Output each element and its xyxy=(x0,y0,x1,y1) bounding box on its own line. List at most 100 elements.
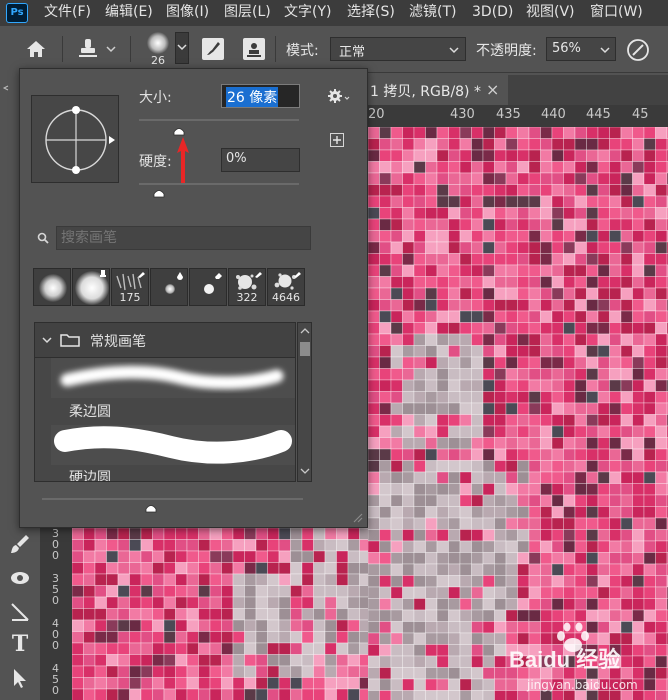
vertical-ruler: 300 350 400 450 xyxy=(40,528,72,700)
menu-layer[interactable]: 图层(L) xyxy=(224,0,271,26)
brush-list-scrollbar[interactable] xyxy=(297,322,312,482)
chevron-down-icon xyxy=(449,47,459,54)
document-canvas[interactable] xyxy=(368,127,668,700)
scrollbar-thumb[interactable] xyxy=(300,342,310,356)
document-canvas-lower[interactable] xyxy=(72,528,368,700)
hardness-slider-thumb[interactable] xyxy=(153,187,165,198)
preset-small-hard[interactable] xyxy=(189,268,227,306)
move-pointer-tool-icon[interactable] xyxy=(8,666,32,690)
preview-size-slider-thumb[interactable] xyxy=(145,502,157,513)
horizontal-ruler: 20 430 435 440 445 45 xyxy=(368,105,668,128)
new-preset-icon[interactable] xyxy=(330,133,344,147)
blend-mode-value: 正常 xyxy=(339,45,366,60)
menu-type[interactable]: 文字(Y) xyxy=(284,0,331,26)
hardness-input-value: 0% xyxy=(226,151,247,166)
preset-small-soft[interactable] xyxy=(150,268,188,306)
brush-badge-icon xyxy=(294,272,301,278)
soft-brush-preview-icon xyxy=(147,32,169,54)
clone-source-panel-icon[interactable] xyxy=(242,37,266,61)
ruler-label: 445 xyxy=(586,107,611,122)
gear-icon[interactable] xyxy=(327,87,351,105)
chevron-down-icon[interactable] xyxy=(42,336,52,344)
preset-splatter-322[interactable]: 322 xyxy=(228,268,266,306)
preview-size-slider[interactable] xyxy=(42,498,303,516)
brush-badge-icon xyxy=(255,272,262,278)
preset-soft-round[interactable] xyxy=(33,268,71,306)
chevron-down-icon xyxy=(600,47,610,54)
size-label: 大小: xyxy=(139,90,172,106)
ruler-label: 45 xyxy=(632,107,649,122)
soft-brush-icon xyxy=(39,274,67,302)
type-tool-icon[interactable]: T xyxy=(8,632,32,656)
opacity-value: 56% xyxy=(552,41,581,56)
pressure-opacity-icon[interactable] xyxy=(626,38,650,62)
opacity-input[interactable]: 56% xyxy=(546,37,616,61)
ruler-label: 435 xyxy=(496,107,521,122)
brush-item-hard-round[interactable]: 硬边圆 xyxy=(35,425,295,481)
options-divider xyxy=(62,36,63,62)
preset-splatter-4646[interactable]: 4646 xyxy=(267,268,305,306)
ruler-label-450: 450 xyxy=(52,662,59,697)
chevron-up-icon[interactable] xyxy=(300,327,310,335)
brush-tool-icon[interactable] xyxy=(8,532,32,556)
brush-item-soft-round[interactable]: 柔边圆 xyxy=(35,358,295,424)
search-icon xyxy=(37,232,49,244)
brush-group-header[interactable]: 常规画笔 xyxy=(35,323,295,358)
document-tab[interactable]: 1 拷贝, RGB/8) * × xyxy=(368,75,508,105)
ruler-label: 440 xyxy=(541,107,566,122)
folder-icon xyxy=(60,334,80,347)
document-tab-title: 1 拷贝, RGB/8) * xyxy=(370,84,481,100)
size-slider-thumb[interactable] xyxy=(173,125,185,136)
hardness-label: 硬度: xyxy=(139,154,172,170)
options-divider xyxy=(275,36,276,62)
close-tab-icon[interactable]: × xyxy=(486,80,499,99)
ruler-label: 20 xyxy=(368,107,385,122)
ruler-label-400: 400 xyxy=(52,617,59,652)
resize-grip-icon[interactable] xyxy=(351,511,363,523)
size-slider[interactable] xyxy=(139,119,299,136)
ruler-label: 430 xyxy=(450,107,475,122)
menu-view[interactable]: 视图(V) xyxy=(526,0,575,26)
drop-badge-icon xyxy=(177,272,183,280)
size-input[interactable]: 26 像素 xyxy=(221,84,300,108)
home-icon[interactable] xyxy=(24,38,48,60)
menu-filter[interactable]: 滤镜(T) xyxy=(409,0,456,26)
brush-list: 常规画笔 柔边圆 硬边圆 xyxy=(34,322,296,482)
soft-stroke-preview xyxy=(51,358,295,398)
blend-mode-select[interactable]: 正常 xyxy=(330,37,466,61)
menu-3d[interactable]: 3D(D) xyxy=(472,0,513,26)
preview-size-slider-track xyxy=(42,498,303,500)
watermark-url: jingyan.baidu.com xyxy=(527,678,638,692)
eraser-badge-icon xyxy=(215,273,222,279)
ruler-label-300: 300 xyxy=(52,527,59,562)
chevron-down-icon[interactable] xyxy=(300,467,310,475)
brush-preset-panel: 大小: 26 像素 硬度: 0% 搜索画笔 175 322 4646 常规画笔 … xyxy=(19,68,368,528)
menu-edit[interactable]: 编辑(E) xyxy=(105,0,153,26)
size-slider-track xyxy=(139,119,299,121)
pen-tool-icon[interactable] xyxy=(8,600,32,624)
search-input[interactable] xyxy=(56,226,311,250)
brush-settings-panel-icon[interactable] xyxy=(201,37,225,61)
pressure-badge-icon xyxy=(100,270,106,277)
options-divider xyxy=(130,36,131,62)
menu-select[interactable]: 选择(S) xyxy=(347,0,395,26)
eye-tool-icon[interactable] xyxy=(8,566,32,590)
brush-preset-picker[interactable]: 26 xyxy=(142,30,174,68)
brush-group-name: 常规画笔 xyxy=(90,334,146,350)
brush-angle-preview[interactable] xyxy=(31,95,119,183)
photoshop-logo: Ps xyxy=(6,3,28,23)
menu-image[interactable]: 图像(I) xyxy=(166,0,209,26)
menu-file[interactable]: 文件(F) xyxy=(44,0,91,26)
preset-soft-large[interactable] xyxy=(72,268,110,306)
preset-texture[interactable]: 175 xyxy=(111,268,149,306)
annotation-arrow-icon xyxy=(177,137,189,183)
menu-bar: Ps 文件(F) 编辑(E) 图像(I) 图层(L) 文字(Y) 选择(S) 滤… xyxy=(0,0,668,26)
document-tab-bar: 1 拷贝, RGB/8) * × xyxy=(368,75,668,105)
soft-brush-icon xyxy=(165,284,175,294)
hardness-slider[interactable] xyxy=(139,183,299,198)
hardness-input[interactable]: 0% xyxy=(221,148,300,172)
hardness-slider-track xyxy=(139,183,299,185)
clone-stamp-tool-icon[interactable] xyxy=(76,37,118,61)
brush-picker-dropdown[interactable] xyxy=(175,32,189,64)
menu-window[interactable]: 窗口(W) xyxy=(590,0,643,26)
